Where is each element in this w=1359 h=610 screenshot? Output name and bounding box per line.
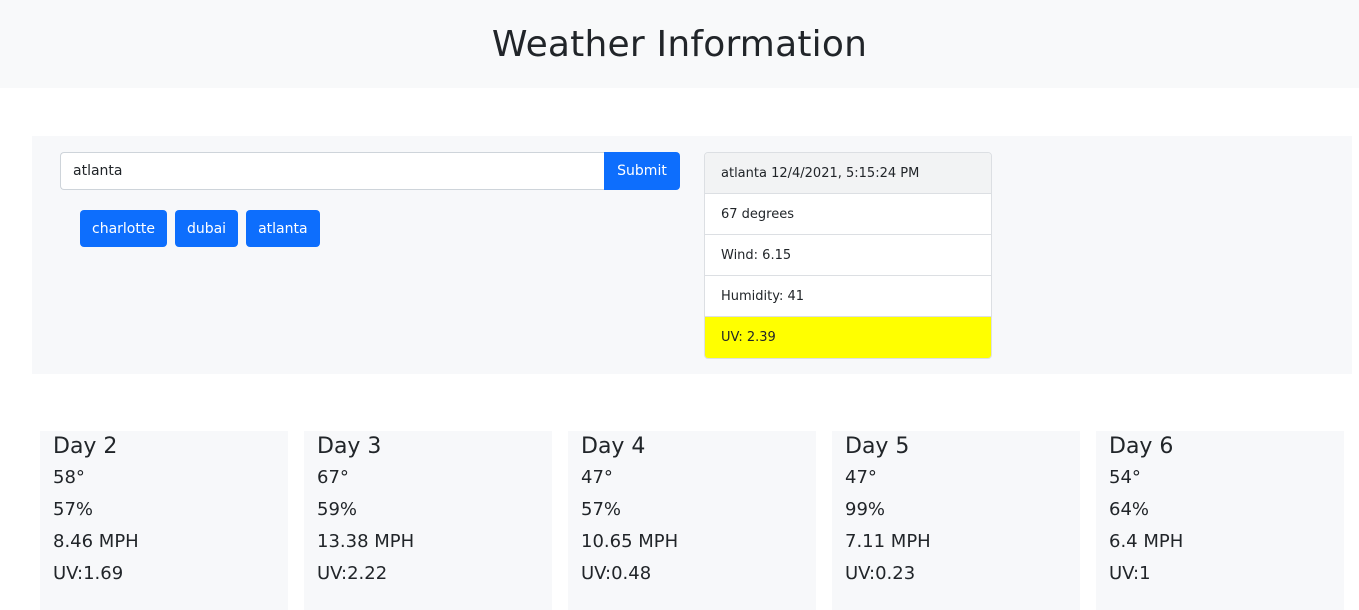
forecast-temperature: 67° [317,467,349,488]
city-search-input[interactable] [60,152,604,190]
page-title: Weather Information [491,23,868,65]
forecast-day-title: Day 5 [845,434,910,459]
forecast-wind: 13.38 MPH [317,531,415,552]
forecast-wind: 8.46 MPH [53,531,139,552]
forecast-humidity: 59% [317,499,358,520]
submit-button[interactable]: Submit [604,152,680,190]
forecast-humidity: 57% [581,499,622,520]
forecast-card: Day 6 54° 64% 6.4 MPH UV:1 [1096,431,1344,610]
forecast-temperature: 47° [581,467,613,488]
forecast-wind: 7.11 MPH [845,531,931,552]
forecast-card: Day 5 47° 99% 7.11 MPH UV:0.23 [832,431,1080,610]
current-uv-index: UV: 2.39 [705,317,991,358]
search-form: Submit [60,152,680,190]
current-weather-heading: atlanta 12/4/2021, 5:15:24 PM [705,153,991,194]
forecast-card: Day 2 58° 57% 8.46 MPH UV:1.69 [40,431,288,610]
forecast-uv-index: UV:1.69 [53,563,124,584]
forecast-humidity: 99% [845,499,886,520]
forecast-humidity: 64% [1109,499,1150,520]
history-button-charlotte[interactable]: charlotte [80,210,167,247]
current-wind: Wind: 6.15 [705,235,991,276]
forecast-card: Day 4 47° 57% 10.65 MPH UV:0.48 [568,431,816,610]
forecast-day-title: Day 3 [317,434,382,459]
forecast-day-title: Day 6 [1109,434,1174,459]
search-history: charlotte dubai atlanta [80,210,320,247]
page-header: Weather Information [0,0,1359,88]
forecast-uv-index: UV:0.48 [581,563,652,584]
history-button-dubai[interactable]: dubai [174,210,239,247]
forecast-day-title: Day 4 [581,434,646,459]
history-button-atlanta[interactable]: atlanta [246,210,320,247]
forecast-card: Day 3 67° 59% 13.38 MPH UV:2.22 [304,431,552,610]
forecast-wind: 6.4 MPH [1109,531,1184,552]
forecast-uv-index: UV:0.23 [845,563,916,584]
forecast-day-title: Day 2 [53,434,118,459]
forecast-temperature: 47° [845,467,877,488]
current-humidity: Humidity: 41 [705,276,991,317]
forecast-wind: 10.65 MPH [581,531,679,552]
current-temperature: 67 degrees [705,194,991,235]
forecast-temperature: 58° [53,467,85,488]
current-weather-card: atlanta 12/4/2021, 5:15:24 PM 67 degrees… [704,152,992,359]
forecast-temperature: 54° [1109,467,1141,488]
forecast-humidity: 57% [53,499,94,520]
forecast-uv-index: UV:2.22 [317,563,388,584]
forecast-uv-index: UV:1 [1109,563,1151,584]
forecast-row: Day 2 58° 57% 8.46 MPH UV:1.69 Day 3 67°… [40,431,1344,610]
search-panel: Submit charlotte dubai atlanta atlanta 1… [32,136,1352,374]
